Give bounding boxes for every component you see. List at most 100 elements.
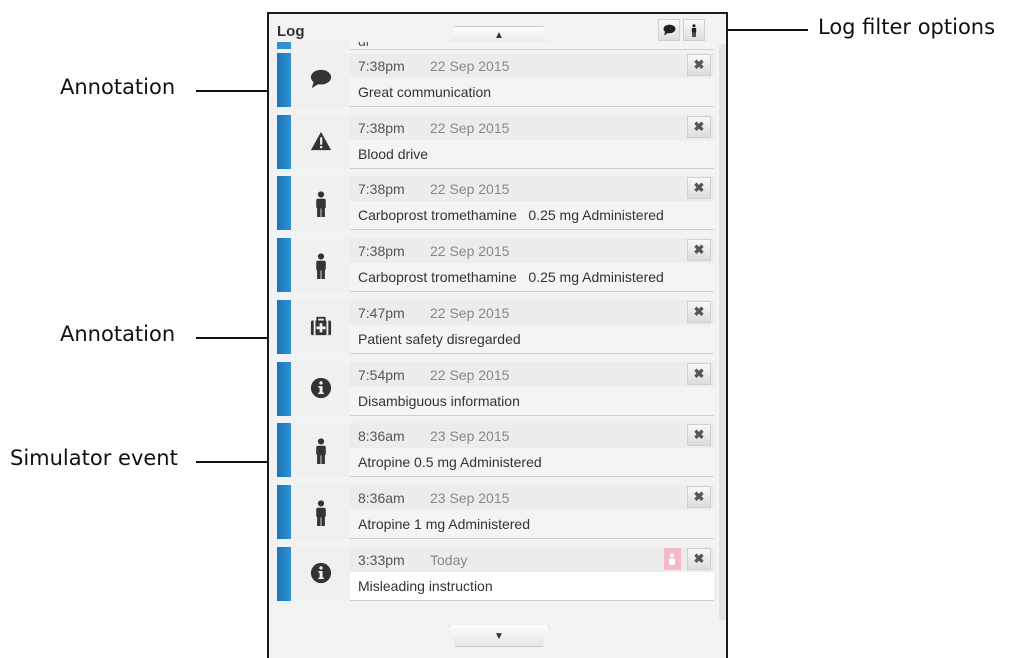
entry-body: Disambiguous information [350, 387, 714, 416]
entry-time: 8:36am [358, 428, 405, 444]
scrollbar[interactable] [719, 44, 726, 621]
entry-body: Blood drive [350, 140, 714, 169]
entry-body: dr [350, 42, 714, 50]
flag-button[interactable] [664, 548, 681, 570]
entry-header: 8:36am 23 Sep 2015 ✖ [350, 485, 714, 510]
log-entry[interactable]: 7:38pm 22 Sep 2015 ✖ Carboprost tromethamin… [277, 176, 714, 230]
delete-entry-button[interactable]: ✖ [687, 363, 711, 385]
entry-header: 7:38pm 22 Sep 2015 ✖ [350, 53, 714, 78]
entry-header: 7:38pm 22 Sep 2015 ✖ [350, 115, 714, 140]
entry-accent [277, 42, 291, 49]
simulator-event-filter-button[interactable] [683, 19, 705, 41]
entry-body: Carboprost tromethamine 0.25 mg Administ… [350, 263, 714, 292]
entry-body: Misleading instruction [350, 572, 714, 601]
entry-body: Atropine 0.5 mg Administered [350, 448, 714, 477]
callout-annotation-1: Annotation [60, 75, 176, 99]
person-icon [691, 24, 697, 37]
callout-line-annotation-1 [196, 90, 274, 92]
entry-text: Misleading instruction [358, 578, 493, 594]
entry-accent [277, 115, 291, 169]
delete-entry-button[interactable]: ✖ [687, 301, 711, 323]
delete-entry-button[interactable]: ✖ [687, 486, 711, 508]
entry-time: 7:38pm [358, 243, 405, 259]
scroll-down-button[interactable]: ▼ [449, 625, 549, 647]
entry-accent [277, 485, 291, 539]
entry-accent [277, 300, 291, 354]
entry-body: Patient safety disregarded [350, 325, 714, 354]
entry-text: Carboprost tromethamine 0.25 mg Administ… [358, 207, 664, 223]
entry-time: 3:33pm [358, 552, 405, 568]
log-entry[interactable]: 7:54pm 22 Sep 2015 ✖ Disambiguous informati… [277, 362, 714, 416]
entry-date: 22 Sep 2015 [430, 305, 510, 321]
log-entry[interactable]: 7:38pm 22 Sep 2015 ✖ Great communication [277, 53, 714, 107]
entry-text: Disambiguous information [358, 393, 520, 409]
caret-down-icon: ▼ [494, 631, 504, 642]
entry-text: Atropine 1 mg Administered [358, 516, 530, 532]
speech-bubble-icon [663, 24, 676, 36]
entry-text: Great communication [358, 84, 492, 100]
entry-time: 7:38pm [358, 181, 405, 197]
entry-body: Great communication [350, 78, 714, 107]
log-panel: Log ▲ dr 7:38pm 22 Sep 2015 ✖ Great communi… [267, 12, 728, 658]
entry-text: Carboprost tromethamine 0.25 mg Administ… [358, 269, 664, 285]
callout-simulator-event: Simulator event [10, 446, 178, 470]
log-entry-partial[interactable]: dr [277, 42, 714, 50]
entry-header: 7:38pm 22 Sep 2015 ✖ [350, 176, 714, 201]
callout-line-simulator-event [196, 461, 274, 463]
log-entry[interactable]: 8:36am 23 Sep 2015 ✖ Atropine 0.5 mg Admini… [277, 423, 714, 477]
entry-icon-box [291, 115, 350, 169]
entry-time: 8:36am [358, 490, 405, 506]
entry-header: 7:47pm 22 Sep 2015 ✖ [350, 300, 714, 325]
log-entry[interactable]: 7:38pm 22 Sep 2015 ✖ Carboprost tromethamin… [277, 238, 714, 292]
log-list[interactable]: dr 7:38pm 22 Sep 2015 ✖ Great communication… [277, 42, 718, 620]
entry-text: Blood drive [358, 146, 429, 162]
entry-accent [277, 53, 291, 107]
entry-icon-box [291, 53, 350, 107]
entry-time: 7:38pm [358, 58, 405, 74]
entry-body: Carboprost tromethamine 0.25 mg Administ… [350, 201, 714, 230]
entry-header: 8:36am 23 Sep 2015 ✖ [350, 423, 714, 448]
entry-text: Atropine 0.5 mg Administered [358, 454, 542, 470]
entry-accent [277, 547, 291, 601]
callout-line-annotation-2 [196, 337, 274, 339]
delete-entry-button[interactable]: ✖ [687, 424, 711, 446]
delete-entry-button[interactable]: ✖ [687, 54, 711, 76]
entry-text: dr [358, 42, 370, 49]
entry-icon-box [291, 485, 350, 539]
entry-header: 7:38pm 22 Sep 2015 ✖ [350, 238, 714, 263]
entry-date: 23 Sep 2015 [430, 490, 510, 506]
entry-date: 22 Sep 2015 [430, 181, 510, 197]
entry-accent [277, 423, 291, 477]
panel-title: Log [277, 23, 305, 40]
entry-icon-box [291, 238, 350, 292]
caret-up-icon: ▲ [494, 30, 504, 41]
delete-entry-button[interactable]: ✖ [687, 116, 711, 138]
entry-header: 7:54pm 22 Sep 2015 ✖ [350, 362, 714, 387]
delete-entry-button[interactable]: ✖ [687, 548, 711, 570]
log-entry[interactable]: 3:33pm Today ✖ Misleading instruction [277, 547, 714, 601]
entry-icon-box [291, 176, 350, 230]
entry-icon-box [291, 362, 350, 416]
entry-accent [277, 176, 291, 230]
entry-header: 3:33pm Today ✖ [350, 547, 714, 572]
log-entry[interactable]: 8:36am 23 Sep 2015 ✖ Atropine 1 mg Administ… [277, 485, 714, 539]
entry-date: 22 Sep 2015 [430, 367, 510, 383]
entry-date: Today [430, 552, 468, 568]
log-entry[interactable]: 7:38pm 22 Sep 2015 ✖ Blood drive [277, 115, 714, 169]
delete-entry-button[interactable]: ✖ [687, 177, 711, 199]
entry-body: Atropine 1 mg Administered [350, 510, 714, 539]
annotation-filter-button[interactable] [658, 19, 680, 41]
callout-line-log-filter-options [728, 29, 808, 31]
callout-annotation-2: Annotation [60, 322, 176, 346]
callout-log-filter-options: Log filter options [818, 15, 996, 39]
delete-entry-button[interactable]: ✖ [687, 239, 711, 261]
entry-time: 7:54pm [358, 367, 405, 383]
entry-accent [277, 362, 291, 416]
log-entry[interactable]: 7:47pm 22 Sep 2015 ✖ Patient safety disrega… [277, 300, 714, 354]
entry-date: 22 Sep 2015 [430, 243, 510, 259]
person-icon [669, 553, 675, 565]
entry-icon-box [291, 42, 350, 49]
entry-date: 23 Sep 2015 [430, 428, 510, 444]
entry-icon-box [291, 423, 350, 477]
entry-icon-box [291, 300, 350, 354]
